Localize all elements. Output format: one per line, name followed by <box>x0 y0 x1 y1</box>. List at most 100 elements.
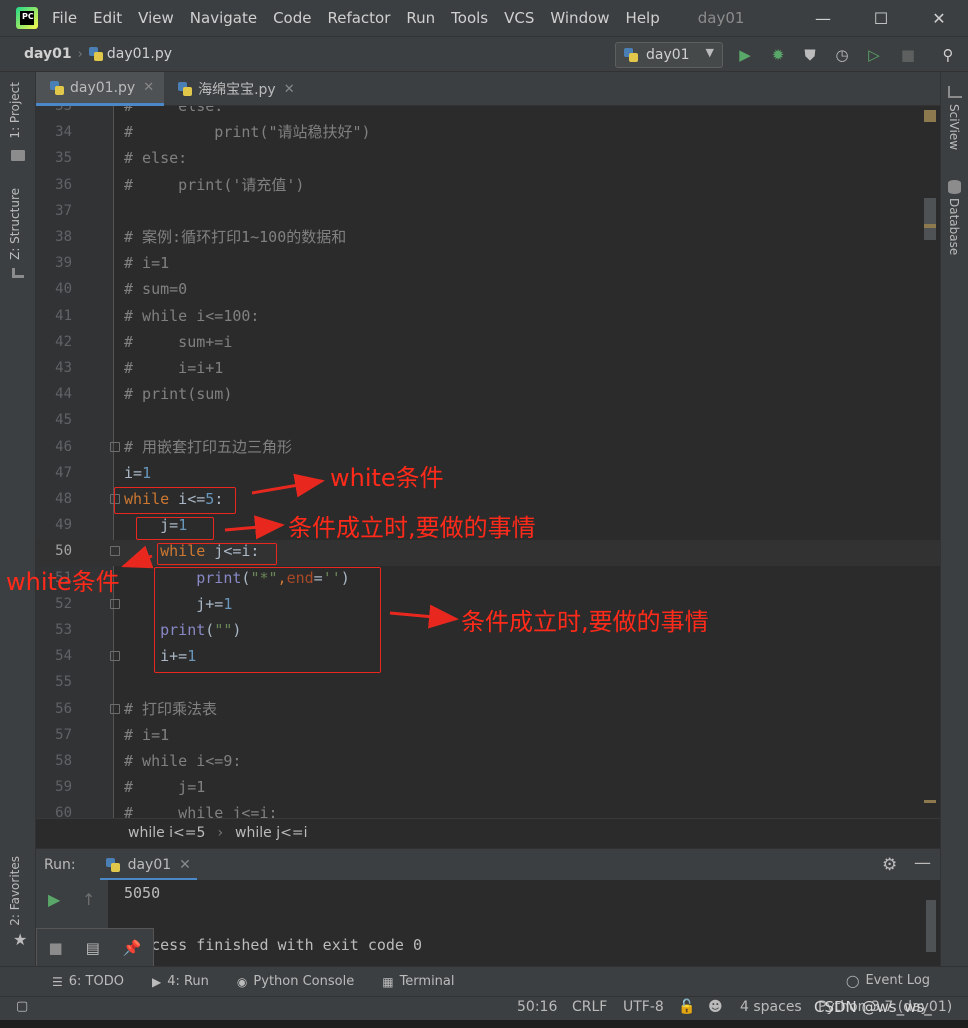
tab-label: day01.py <box>70 79 136 96</box>
fold-marker-icon[interactable] <box>110 546 120 557</box>
menu-edit[interactable]: Edit <box>93 9 122 27</box>
console-scrollbar-thumb[interactable] <box>926 900 936 952</box>
coverage-icon[interactable]: ⛊ <box>800 45 820 65</box>
gear-icon[interactable]: ⚙ <box>882 855 897 875</box>
code-line[interactable]: 60 # while j<=i: <box>36 800 940 818</box>
run-console[interactable]: ▶ ↑ 5050 Process finished with exit code… <box>36 880 940 964</box>
code-line[interactable]: 50 while j<=i: <box>36 538 940 564</box>
menu-window[interactable]: Window <box>550 9 609 27</box>
lock-icon[interactable]: 🔓 <box>678 999 695 1015</box>
code-line[interactable]: 33 # else: <box>36 106 940 119</box>
file-encoding[interactable]: UTF-8 <box>623 999 664 1015</box>
code-line[interactable]: 51 print("*",end='') <box>36 565 940 591</box>
breadcrumb-outer-while[interactable]: while i<=5 <box>128 825 205 841</box>
cursor-position[interactable]: 50:16 <box>517 999 557 1015</box>
code-line[interactable]: 59 # j=1 <box>36 774 940 800</box>
code-line[interactable]: 42 # sum+=i <box>36 329 940 355</box>
code-line[interactable]: 39 # i=1 <box>36 250 940 276</box>
scrollbar-thumb[interactable] <box>924 198 936 240</box>
fold-marker-icon[interactable] <box>110 494 120 504</box>
stop-icon[interactable]: ■ <box>898 45 918 65</box>
menu-help[interactable]: Help <box>626 9 660 27</box>
fold-marker-icon[interactable] <box>110 441 120 452</box>
fold-marker-icon[interactable] <box>110 651 120 662</box>
line-separator[interactable]: CRLF <box>572 999 607 1015</box>
menu-navigate[interactable]: Navigate <box>190 9 257 27</box>
breadcrumb-project[interactable]: day01 <box>24 46 72 62</box>
line-number: 46 <box>55 438 72 455</box>
scroll-marker <box>924 800 936 803</box>
breadcrumb-file[interactable]: day01.py <box>107 46 172 62</box>
fold-marker-icon[interactable] <box>110 703 120 714</box>
maximize-button[interactable]: ☐ <box>852 0 910 36</box>
code-editor[interactable]: 33 # else: 34 # print("请站稳扶好") 35 # else: 36 # … <box>36 106 940 818</box>
line-number: 43 <box>55 360 72 376</box>
code-line[interactable]: 56 # 打印乘法表 <box>36 696 940 722</box>
run-icon[interactable]: ▶ <box>735 45 755 65</box>
arrow-up-icon[interactable]: ↑ <box>82 890 95 909</box>
bottom-tool-bar: ☰ 6: TODO ▶ 4: Run ◉ Python Console ▦ Termin… <box>0 966 968 996</box>
menu-view[interactable]: View <box>138 9 174 27</box>
database-tool-tab[interactable]: Database <box>947 198 961 255</box>
structure-tool-tab[interactable]: Z: Structure <box>8 188 22 260</box>
sciview-tool-tab[interactable]: SciView <box>947 104 961 150</box>
indent-setting[interactable]: 4 spaces <box>740 999 802 1015</box>
menu-file[interactable]: File <box>52 9 77 27</box>
tab-haimian[interactable]: 海绵宝宝.py ✕ <box>164 72 305 106</box>
menu-tools[interactable]: Tools <box>451 9 488 27</box>
layout-icon[interactable]: ▤ <box>86 939 100 957</box>
favorites-tool-tab[interactable]: 2: Favorites <box>8 856 22 926</box>
todo-tool-button[interactable]: ☰ 6: TODO <box>52 974 124 989</box>
profile-icon[interactable]: ◷ <box>832 45 852 65</box>
code-line[interactable]: 55 <box>36 669 940 695</box>
menu-code[interactable]: Code <box>273 9 311 27</box>
minimize-button[interactable]: — <box>794 0 852 36</box>
inspector-icon[interactable]: ☻ <box>708 999 723 1015</box>
code-line[interactable]: 54 i+=1 <box>36 643 940 669</box>
fold-marker-icon[interactable] <box>110 598 120 609</box>
code-line[interactable]: 46 # 用嵌套打印五边三角形 <box>36 434 940 460</box>
code-line[interactable]: 44 # print(sum) <box>36 381 940 407</box>
code-line[interactable]: 36 # print('请充值') <box>36 172 940 198</box>
pin-icon[interactable]: 📌 <box>123 939 142 957</box>
hide-panel-icon[interactable]: — <box>914 853 931 873</box>
code-line[interactable]: 34 # print("请站稳扶好") <box>36 119 940 145</box>
search-icon[interactable]: ⚲ <box>938 45 958 65</box>
code-line[interactable]: 41 # while i<=100: <box>36 303 940 329</box>
menu-vcs[interactable]: VCS <box>504 9 534 27</box>
project-tool-tab[interactable]: 1: Project <box>8 82 22 139</box>
run-tab-day01[interactable]: day01 ✕ <box>99 849 198 881</box>
tool-window-toggle-icon[interactable]: ▢ <box>16 999 28 1014</box>
code-line[interactable]: 58 # while i<=9: <box>36 748 940 774</box>
code-line[interactable]: 37 <box>36 198 940 224</box>
debug-icon[interactable]: ✹ <box>768 45 788 65</box>
menu-refactor[interactable]: Refactor <box>327 9 390 27</box>
code-line[interactable]: 47 i=1 <box>36 460 940 486</box>
run-tool-button[interactable]: ▶ 4: Run <box>152 974 209 989</box>
line-number: 47 <box>55 464 72 481</box>
stop-icon[interactable]: ■ <box>48 939 62 957</box>
code-line[interactable]: 48 while i<=5: <box>36 486 940 512</box>
python-console-button[interactable]: ◉ Python Console <box>237 974 354 989</box>
code-text: # i=1 <box>124 725 170 744</box>
code-line[interactable]: 57 # i=1 <box>36 722 940 748</box>
code-line[interactable]: 38 # 案例:循环打印1~100的数据和 <box>36 224 940 250</box>
code-line[interactable]: 40 # sum=0 <box>36 276 940 302</box>
close-tab-icon[interactable]: ✕ <box>143 80 154 95</box>
menu-run[interactable]: Run <box>406 9 435 27</box>
run-concurrency-icon[interactable]: ▷ <box>864 45 884 65</box>
code-line[interactable]: 43 # i=i+1 <box>36 355 940 381</box>
close-window-button[interactable]: ✕ <box>910 0 968 36</box>
line-number: 60 <box>55 805 72 818</box>
line-number: 39 <box>55 255 72 272</box>
code-line[interactable]: 35 # else: <box>36 145 940 171</box>
rerun-icon[interactable]: ▶ <box>48 890 60 909</box>
close-run-tab-icon[interactable]: ✕ <box>179 857 191 873</box>
event-log-button[interactable]: ◯ Event Log <box>846 973 930 988</box>
terminal-button[interactable]: ▦ Terminal <box>382 974 454 989</box>
close-tab-icon[interactable]: ✕ <box>284 82 295 97</box>
tab-day01[interactable]: day01.py ✕ <box>36 72 165 106</box>
breadcrumb-inner-while[interactable]: while j<=i <box>235 825 307 841</box>
code-line[interactable]: 45 <box>36 407 940 433</box>
run-config-select[interactable]: day01 ▼ <box>615 42 723 68</box>
